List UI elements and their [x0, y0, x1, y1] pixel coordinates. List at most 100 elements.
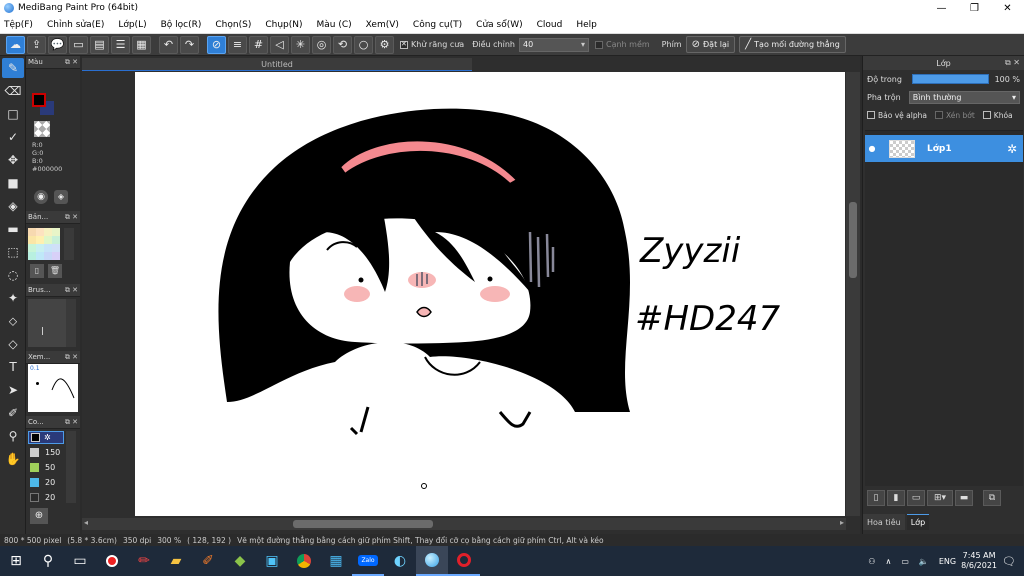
- maximize-button[interactable]: ❐: [958, 0, 991, 16]
- menu-window[interactable]: Cửa sổ(W): [476, 20, 522, 30]
- eyedropper-tool-icon[interactable]: ⚲: [2, 426, 24, 446]
- select-pen-tool-icon[interactable]: ⬦: [2, 311, 24, 331]
- palette-scrollbar[interactable]: [64, 228, 74, 260]
- text-tool-icon[interactable]: T: [2, 357, 24, 377]
- dot-tool-icon[interactable]: ✓: [2, 127, 24, 147]
- select-eraser-tool-icon[interactable]: ◇: [2, 334, 24, 354]
- create-line-button[interactable]: ╱ Tạo mối đường thẳng: [739, 36, 846, 53]
- menu-select[interactable]: Chọn(S): [215, 20, 251, 30]
- chevron-up-icon[interactable]: ∧: [885, 557, 891, 566]
- photos-app-icon[interactable]: ▣: [256, 546, 288, 576]
- export-icon[interactable]: ⇪: [27, 35, 46, 54]
- panel-controls-icon[interactable]: ⧉ ✕: [65, 213, 78, 222]
- magic-wand-tool-icon[interactable]: ✦: [2, 288, 24, 308]
- color-wheel-icon[interactable]: ◉: [34, 190, 48, 204]
- medibang-taskbar-icon[interactable]: [416, 546, 448, 576]
- blend-select[interactable]: Bình thường ▾: [908, 90, 1020, 104]
- lock-checkbox[interactable]: [982, 111, 991, 119]
- chat-icon[interactable]: 💬: [48, 35, 67, 54]
- antialias-toggle[interactable]: Khử răng cưa: [400, 40, 464, 49]
- gear-icon[interactable]: ✲: [44, 433, 51, 442]
- scroll-left-icon[interactable]: ◂: [84, 518, 88, 527]
- close-button[interactable]: ✕: [991, 0, 1024, 16]
- game-app-icon[interactable]: ◆: [224, 546, 256, 576]
- add-color-icon[interactable]: ⊕: [30, 508, 48, 524]
- document-tab[interactable]: Untitled: [82, 58, 472, 71]
- list-item[interactable]: 150: [28, 446, 64, 459]
- curve-snap-icon[interactable]: ⟲: [333, 35, 352, 54]
- correction-select[interactable]: 40 ▾: [518, 37, 589, 52]
- lasso-tool-icon[interactable]: ◌: [2, 265, 24, 285]
- new-8bit-layer-icon[interactable]: ▭: [907, 490, 925, 506]
- minimize-button[interactable]: —: [925, 0, 958, 16]
- move-tool-icon[interactable]: ✥: [2, 150, 24, 170]
- gear-icon[interactable]: ✲: [1007, 142, 1017, 156]
- record-app-icon[interactable]: [96, 546, 128, 576]
- redo-icon[interactable]: ↷: [180, 35, 199, 54]
- pencil-app-icon[interactable]: ✏: [128, 546, 160, 576]
- panel-controls-icon[interactable]: ⧉ ✕: [65, 58, 78, 67]
- paint-app-icon[interactable]: ✐: [192, 546, 224, 576]
- menu-color[interactable]: Màu (C): [317, 20, 352, 30]
- fill-shape-tool-icon[interactable]: ■: [2, 173, 24, 193]
- visibility-icon[interactable]: ●: [865, 144, 879, 153]
- file-explorer-icon[interactable]: ▰: [160, 546, 192, 576]
- list-item[interactable]: 20: [28, 476, 64, 489]
- list-item[interactable]: 50: [28, 461, 64, 474]
- opacity-slider[interactable]: [911, 74, 989, 84]
- vertical-scrollbar[interactable]: [846, 72, 860, 516]
- tab-layer[interactable]: Lớp: [906, 514, 930, 530]
- panel-controls-icon[interactable]: ⧉ ✕: [65, 286, 78, 295]
- rect-tool-icon[interactable]: □: [2, 104, 24, 124]
- undo-icon[interactable]: ↶: [159, 35, 178, 54]
- gradient-tool-icon[interactable]: ▬: [2, 219, 24, 239]
- panel-controls-icon[interactable]: ⧉ ✕: [65, 353, 78, 362]
- clipping-checkbox[interactable]: [934, 111, 943, 119]
- trash-icon[interactable]: 🗑: [48, 264, 62, 278]
- divide-tool-icon[interactable]: ✐: [2, 403, 24, 423]
- color-list-selected[interactable]: ✲: [28, 431, 64, 444]
- antialias-checkbox[interactable]: [400, 40, 408, 49]
- vanish-snap-icon[interactable]: ◁: [270, 35, 289, 54]
- task-view-icon[interactable]: ▭: [64, 546, 96, 576]
- menu-layer[interactable]: Lớp(L): [118, 20, 146, 30]
- cross-snap-icon[interactable]: #: [249, 35, 268, 54]
- grid-icon[interactable]: ▦: [132, 35, 151, 54]
- menu-view[interactable]: Xem(V): [366, 20, 399, 30]
- new-halftone-layer-icon[interactable]: ▮: [887, 490, 905, 506]
- volume-icon[interactable]: 🔈: [919, 557, 929, 566]
- vertical-scroll-thumb[interactable]: [849, 202, 857, 278]
- horizontal-scroll-thumb[interactable]: [293, 520, 433, 528]
- reset-button[interactable]: ⊘ Đặt lại: [685, 36, 736, 53]
- select-tool-icon[interactable]: ⬚: [2, 242, 24, 262]
- concentric-snap-icon[interactable]: ◎: [312, 35, 331, 54]
- parallel-snap-icon[interactable]: ≡: [228, 35, 247, 54]
- panel-controls-icon[interactable]: ⧉ ✕: [65, 418, 78, 427]
- cloud-icon[interactable]: ☁: [6, 35, 25, 54]
- chrome-icon[interactable]: [288, 546, 320, 576]
- panel-controls-icon[interactable]: ⧉ ✕: [1005, 58, 1020, 68]
- menu-filter[interactable]: Bộ lọc(R): [161, 20, 202, 30]
- edge-icon[interactable]: ◐: [384, 546, 416, 576]
- network-icon[interactable]: ▭: [901, 557, 909, 566]
- circle-snap-icon[interactable]: ○: [354, 35, 373, 54]
- transparent-swatch[interactable]: [34, 121, 50, 137]
- search-icon[interactable]: ⚲: [32, 546, 64, 576]
- notification-icon[interactable]: 🗨: [1002, 555, 1016, 568]
- page-icon[interactable]: ▤: [90, 35, 109, 54]
- clock[interactable]: 7:45 AM 8/6/2021: [961, 551, 997, 571]
- people-icon[interactable]: ⚇: [868, 557, 875, 566]
- snap-off-icon[interactable]: ⊘: [207, 35, 226, 54]
- duplicate-layer-icon[interactable]: ⧉: [983, 490, 1001, 506]
- menu-help[interactable]: Help: [576, 20, 597, 30]
- drawing-canvas[interactable]: Zyyzii #HD247: [135, 72, 845, 516]
- radial-snap-icon[interactable]: ✳: [291, 35, 310, 54]
- opera-icon[interactable]: [448, 546, 480, 576]
- menu-tools[interactable]: Công cụ(T): [413, 20, 462, 30]
- brush-scrollbar[interactable]: [66, 299, 76, 347]
- start-icon[interactable]: ⊞: [0, 546, 32, 576]
- color-list-scrollbar[interactable]: [66, 431, 76, 503]
- soft-edge-toggle[interactable]: Cạnh mềm: [594, 40, 650, 49]
- brush-size-slider[interactable]: [28, 299, 66, 347]
- menu-snap[interactable]: Chụp(N): [265, 20, 302, 30]
